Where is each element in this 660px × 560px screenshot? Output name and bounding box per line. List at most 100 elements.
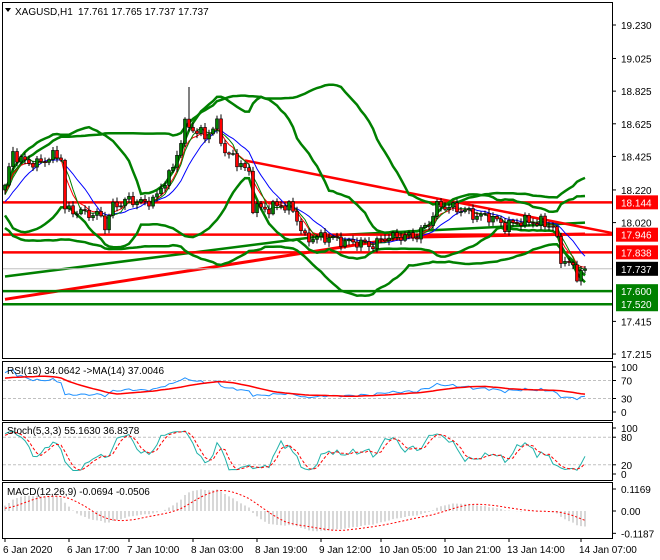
candle-body bbox=[559, 235, 563, 264]
candle-body bbox=[27, 159, 31, 164]
macd-axis-label: -0.1187 bbox=[621, 529, 655, 540]
candle-body bbox=[339, 236, 343, 247]
candle-body bbox=[23, 156, 27, 161]
candle-body bbox=[563, 261, 567, 264]
candle-body bbox=[135, 201, 139, 206]
candle-body bbox=[3, 184, 7, 191]
candle-body bbox=[415, 237, 419, 240]
price-axis-label: 17.415 bbox=[621, 317, 652, 328]
candle-body bbox=[179, 143, 183, 156]
candle-body bbox=[59, 157, 63, 161]
candle-body bbox=[567, 261, 571, 263]
candle-body bbox=[575, 264, 579, 282]
chart-ohlc: 17.761 17.765 17.737 17.737 bbox=[78, 7, 209, 18]
candle-body bbox=[483, 213, 487, 215]
price-axis-label: 19.230 bbox=[621, 21, 652, 32]
candle-body bbox=[247, 167, 251, 172]
price-axis-label: 19.025 bbox=[621, 54, 652, 65]
candle-body bbox=[303, 230, 307, 234]
candle-body bbox=[155, 193, 159, 198]
candle-body bbox=[387, 237, 391, 242]
level-price-label: 17.520 bbox=[621, 300, 652, 311]
candle-body bbox=[79, 209, 83, 215]
rsi-axis-label: 70 bbox=[621, 377, 633, 388]
candle-body bbox=[535, 223, 539, 226]
candle-body bbox=[207, 133, 211, 140]
rsi-axis-label: 30 bbox=[621, 395, 633, 406]
candle-body bbox=[359, 239, 363, 248]
candle-body bbox=[195, 130, 199, 134]
candle-body bbox=[83, 209, 87, 211]
candle-body bbox=[435, 201, 439, 217]
rsi-axis-label: 0 bbox=[621, 408, 627, 419]
time-axis-label: 13 Jan 14:00 bbox=[507, 545, 565, 556]
chart-symbol: XAGUSD,H1 bbox=[15, 7, 73, 18]
price-chart[interactable]: 19.23019.02518.82518.62518.42518.22018.0… bbox=[0, 0, 660, 560]
candle-body bbox=[259, 203, 263, 208]
candle-body bbox=[287, 201, 291, 211]
candle-body bbox=[479, 213, 483, 217]
candle-body bbox=[87, 209, 91, 218]
candle-body bbox=[367, 241, 371, 247]
stoch-axis-label: 80 bbox=[621, 433, 633, 444]
stoch-axis-label: 0 bbox=[621, 470, 627, 481]
candle-body bbox=[531, 222, 535, 224]
candle-body bbox=[375, 238, 379, 250]
candle-body bbox=[63, 159, 67, 210]
time-axis-label: 6 Jan 2020 bbox=[3, 545, 53, 556]
candle-body bbox=[323, 232, 327, 243]
candle-body bbox=[555, 226, 559, 237]
candle-body bbox=[311, 239, 315, 243]
candle-body bbox=[151, 196, 155, 207]
candle-body bbox=[583, 268, 587, 271]
candle-body bbox=[91, 215, 95, 218]
level-price-label: 18.144 bbox=[621, 198, 652, 209]
candle-body bbox=[131, 196, 135, 206]
time-axis-label: 14 Jan 07:00 bbox=[579, 545, 637, 556]
candle-body bbox=[167, 170, 171, 186]
candle-body bbox=[423, 224, 427, 229]
candle-body bbox=[7, 166, 11, 186]
candle-body bbox=[511, 219, 515, 223]
candle-body bbox=[275, 201, 279, 207]
candle-body bbox=[203, 127, 207, 140]
candle-body bbox=[407, 232, 411, 236]
price-axis-label: 17.215 bbox=[621, 350, 652, 361]
current-price-label: 17.737 bbox=[621, 265, 652, 276]
rsi-label: RSI(18) 34.0642 ->MA(14) 37.0046 bbox=[7, 366, 164, 377]
candle-body bbox=[447, 207, 451, 210]
candle-body bbox=[43, 161, 47, 163]
candle-body bbox=[431, 216, 435, 226]
candle-body bbox=[31, 163, 35, 168]
candle-body bbox=[467, 208, 471, 211]
time-axis-label: 10 Jan 21:00 bbox=[443, 545, 501, 556]
time-axis-label: 10 Jan 05:00 bbox=[379, 545, 437, 556]
candle-body bbox=[335, 236, 339, 238]
level-price-label: 17.838 bbox=[621, 248, 652, 259]
candle-body bbox=[71, 205, 75, 215]
time-axis-label: 8 Jan 03:00 bbox=[191, 545, 244, 556]
candle-body bbox=[15, 151, 19, 163]
candle-body bbox=[475, 215, 479, 220]
candle-body bbox=[443, 206, 447, 210]
candle-body bbox=[571, 262, 575, 266]
candle-body bbox=[223, 143, 227, 154]
time-axis-label: 7 Jan 10:00 bbox=[127, 545, 180, 556]
candle-body bbox=[491, 216, 495, 223]
candle-body bbox=[111, 201, 115, 216]
candle-body bbox=[299, 220, 303, 232]
candle-body bbox=[175, 155, 179, 168]
candle-body bbox=[187, 118, 191, 128]
macd-axis-label: 0.1169 bbox=[621, 485, 651, 496]
candle-body bbox=[119, 205, 123, 208]
level-price-label: 17.600 bbox=[621, 287, 652, 298]
candle-body bbox=[499, 218, 503, 223]
candle-body bbox=[11, 151, 15, 167]
candle-body bbox=[51, 150, 55, 160]
candle-body bbox=[215, 118, 219, 130]
candle-body bbox=[47, 159, 51, 163]
price-axis-label: 18.425 bbox=[621, 152, 652, 163]
candle-body bbox=[107, 215, 111, 231]
candle-body bbox=[279, 205, 283, 208]
candle-body bbox=[459, 211, 463, 213]
